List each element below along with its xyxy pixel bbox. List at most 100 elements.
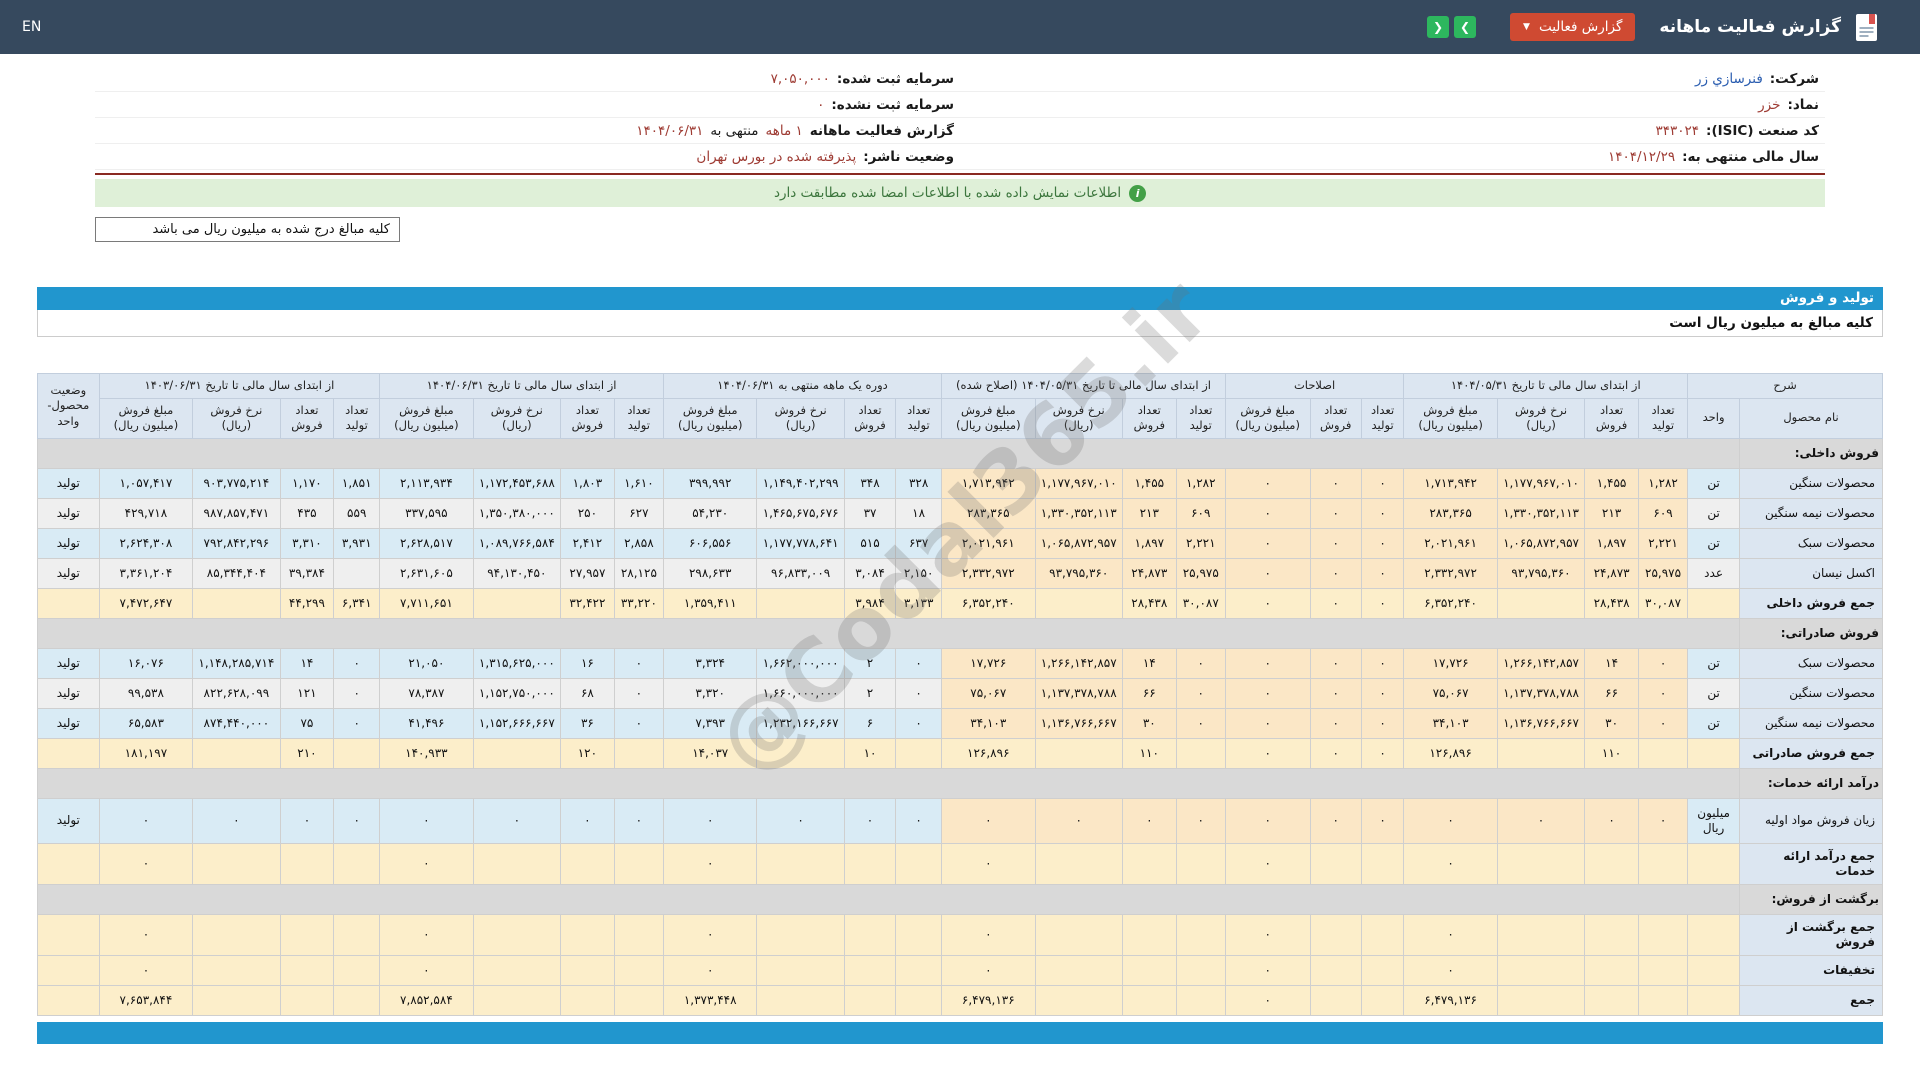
prev-report-button[interactable]: ❮ — [1427, 16, 1450, 38]
cell: ۰ — [98, 797, 194, 844]
col-unit: واحد — [1687, 397, 1740, 439]
col-sub-header: تعداد تولید — [1175, 397, 1226, 439]
cell: ۰ — [98, 954, 194, 986]
cell — [613, 737, 664, 769]
row-name-cell: فروش صادراتی: — [1739, 617, 1883, 649]
info-icon: i — [1129, 184, 1147, 202]
cell — [895, 842, 943, 885]
cell: ۶۰۹ — [1175, 497, 1226, 529]
page-title: گزارش فعالیت ماهانه — [1659, 17, 1841, 37]
cell: ۰ — [1224, 984, 1311, 1016]
table-row: زیان فروش مواد اولیه میلیون ریال ۰ ۰ ۰ ۰ ۰ ۰ ۰ ۰ ۰… — [37, 797, 1883, 844]
cell: ۰ — [662, 797, 758, 844]
cell — [279, 954, 335, 986]
row-name-cell: جمع برگشت از فروش — [1739, 913, 1883, 956]
total-row: تخفیفات ۰ ۰ ۰ ۰ ۰ ۰ — [37, 954, 1883, 986]
status-cell: تولید — [37, 707, 100, 739]
cell: ۱۲۶,۸۹۶ — [1403, 737, 1498, 769]
cell: ۱۴ — [1584, 647, 1639, 679]
cell: ۰ — [1637, 677, 1689, 709]
cell — [843, 984, 897, 1016]
cell — [895, 913, 943, 956]
cell: ۰ — [379, 842, 474, 885]
sub-header-row: نام محصول واحد تعداد تولید تعداد فروش نرخ فر… — [38, 397, 1883, 439]
unit-cell: تن — [1687, 527, 1740, 559]
cell: ۱,۱۴۹,۴۰۲,۲۹۹ — [756, 467, 845, 499]
cell: ۰ — [1224, 954, 1311, 986]
col-sub-header: تعداد فروش — [1121, 397, 1177, 439]
cell — [1309, 954, 1362, 986]
section-row: برگشت از فروش: — [37, 883, 1883, 915]
report-period-date: ۱۴۰۴/۰۶/۳۱ — [636, 122, 704, 139]
company-link[interactable]: فنرسازي زر — [1695, 71, 1763, 87]
cell — [1496, 842, 1586, 885]
cell: ۳۹۹,۹۹۲ — [662, 467, 758, 499]
report-period-label: گزارش فعالیت ماهانه — [809, 122, 954, 139]
cell: ۷۸,۳۸۷ — [379, 677, 474, 709]
cell: ۰ — [1637, 797, 1689, 844]
cell — [1496, 587, 1586, 619]
cell: ۱,۱۳۷,۳۷۸,۷۸۸ — [1034, 677, 1123, 709]
cell: ۲,۱۵۰ — [895, 557, 943, 589]
cell — [279, 842, 335, 885]
chevron-down-icon: ▼ — [1523, 21, 1530, 32]
unit-cell: تن — [1687, 707, 1740, 739]
cell: ۲۵,۹۷۵ — [1175, 557, 1226, 589]
cell: ۱۶,۰۷۶ — [98, 647, 194, 679]
row-name-cell: فروش داخلی: — [1739, 437, 1883, 469]
row-name-cell: تخفیفات — [1739, 954, 1883, 986]
status-cell — [37, 842, 100, 885]
status-cell — [37, 737, 100, 769]
status-cell: تولید — [37, 497, 100, 529]
col-sub-header: تعداد تولید — [895, 397, 943, 439]
isic-label: کد صنعت (ISIC): — [1706, 122, 1819, 139]
cell — [1175, 913, 1226, 956]
cell — [37, 883, 1740, 915]
cell: ۲,۰۲۱,۹۶۱ — [941, 527, 1036, 559]
next-report-button[interactable]: ❯ — [1454, 16, 1477, 38]
cell — [192, 913, 281, 956]
cell: ۱,۱۷۷,۹۶۷,۰۱۰ — [1496, 467, 1586, 499]
language-toggle[interactable]: EN — [22, 19, 41, 35]
row-name-cell: محصولات سبک — [1739, 647, 1883, 679]
cell: ۱,۳۷۳,۴۴۸ — [662, 984, 758, 1016]
issuer-status-value: پذیرفته شده در بورس تهران — [696, 148, 857, 165]
cell: ۶,۴۷۹,۱۳۶ — [1403, 984, 1498, 1016]
col-sub-header: نرخ فروش (ریال) — [1496, 397, 1586, 439]
report-nav-group: ❯ ❮ — [1427, 16, 1477, 38]
chevron-right-icon: ❯ — [1460, 20, 1471, 34]
cell: ۴۴,۲۹۹ — [279, 587, 335, 619]
cell: ۳۳۷,۵۹۵ — [379, 497, 474, 529]
cell: ۳۶ — [560, 707, 615, 739]
report-document-icon[interactable] — [1853, 12, 1880, 43]
group-header-row: شرح از ابتدای سال مالی تا تاریخ ۱۴۰۴/۰۵/۳… — [37, 373, 1883, 439]
cell — [1175, 984, 1226, 1016]
fiscal-year-label: سال مالی منتهی به: — [1682, 148, 1819, 165]
symbol-label: نماد: — [1787, 96, 1819, 113]
report-type-button[interactable]: گزارش فعالیت ▼ — [1510, 13, 1636, 41]
cell: ۰ — [1175, 707, 1226, 739]
cell: ۲,۲۲۱ — [1175, 527, 1226, 559]
cell — [843, 842, 897, 885]
cell: ۲۴,۸۷۳ — [1584, 557, 1639, 589]
cell — [560, 954, 615, 986]
cell: ۲,۶۲۴,۳۰۸ — [98, 527, 194, 559]
table-row: محصولات نیمه سنگین تن ۶۰۹ ۲۱۳ ۱,۳۳۰,۳۵۲,۱۱۳ ۲… — [37, 497, 1883, 529]
cell: ۲,۶۳۱,۶۰۵ — [379, 557, 474, 589]
report-period-value: ۱ ماهه — [765, 122, 803, 139]
total-row: جمع درآمد ارائه خدمات ۰ ۰ ۰ ۰ ۰ ۰ — [37, 842, 1883, 885]
cell: ۱,۴۵۵ — [1121, 467, 1177, 499]
cell: ۱,۲۶۶,۱۴۲,۸۵۷ — [1034, 647, 1123, 679]
isic-value: ۳۴۳۰۲۴ — [1655, 122, 1700, 139]
cell: ۰ — [1309, 467, 1362, 499]
cell — [1360, 954, 1405, 986]
cell: ۰ — [379, 913, 474, 956]
cell — [1175, 737, 1226, 769]
status-cell: تولید — [37, 797, 100, 844]
cell: ۰ — [1360, 557, 1405, 589]
cell: ۷,۴۷۲,۶۴۷ — [98, 587, 194, 619]
cell: ۲۸,۴۳۸ — [1121, 587, 1177, 619]
cell — [279, 913, 335, 956]
cell: ۰ — [941, 913, 1036, 956]
cell — [843, 954, 897, 986]
